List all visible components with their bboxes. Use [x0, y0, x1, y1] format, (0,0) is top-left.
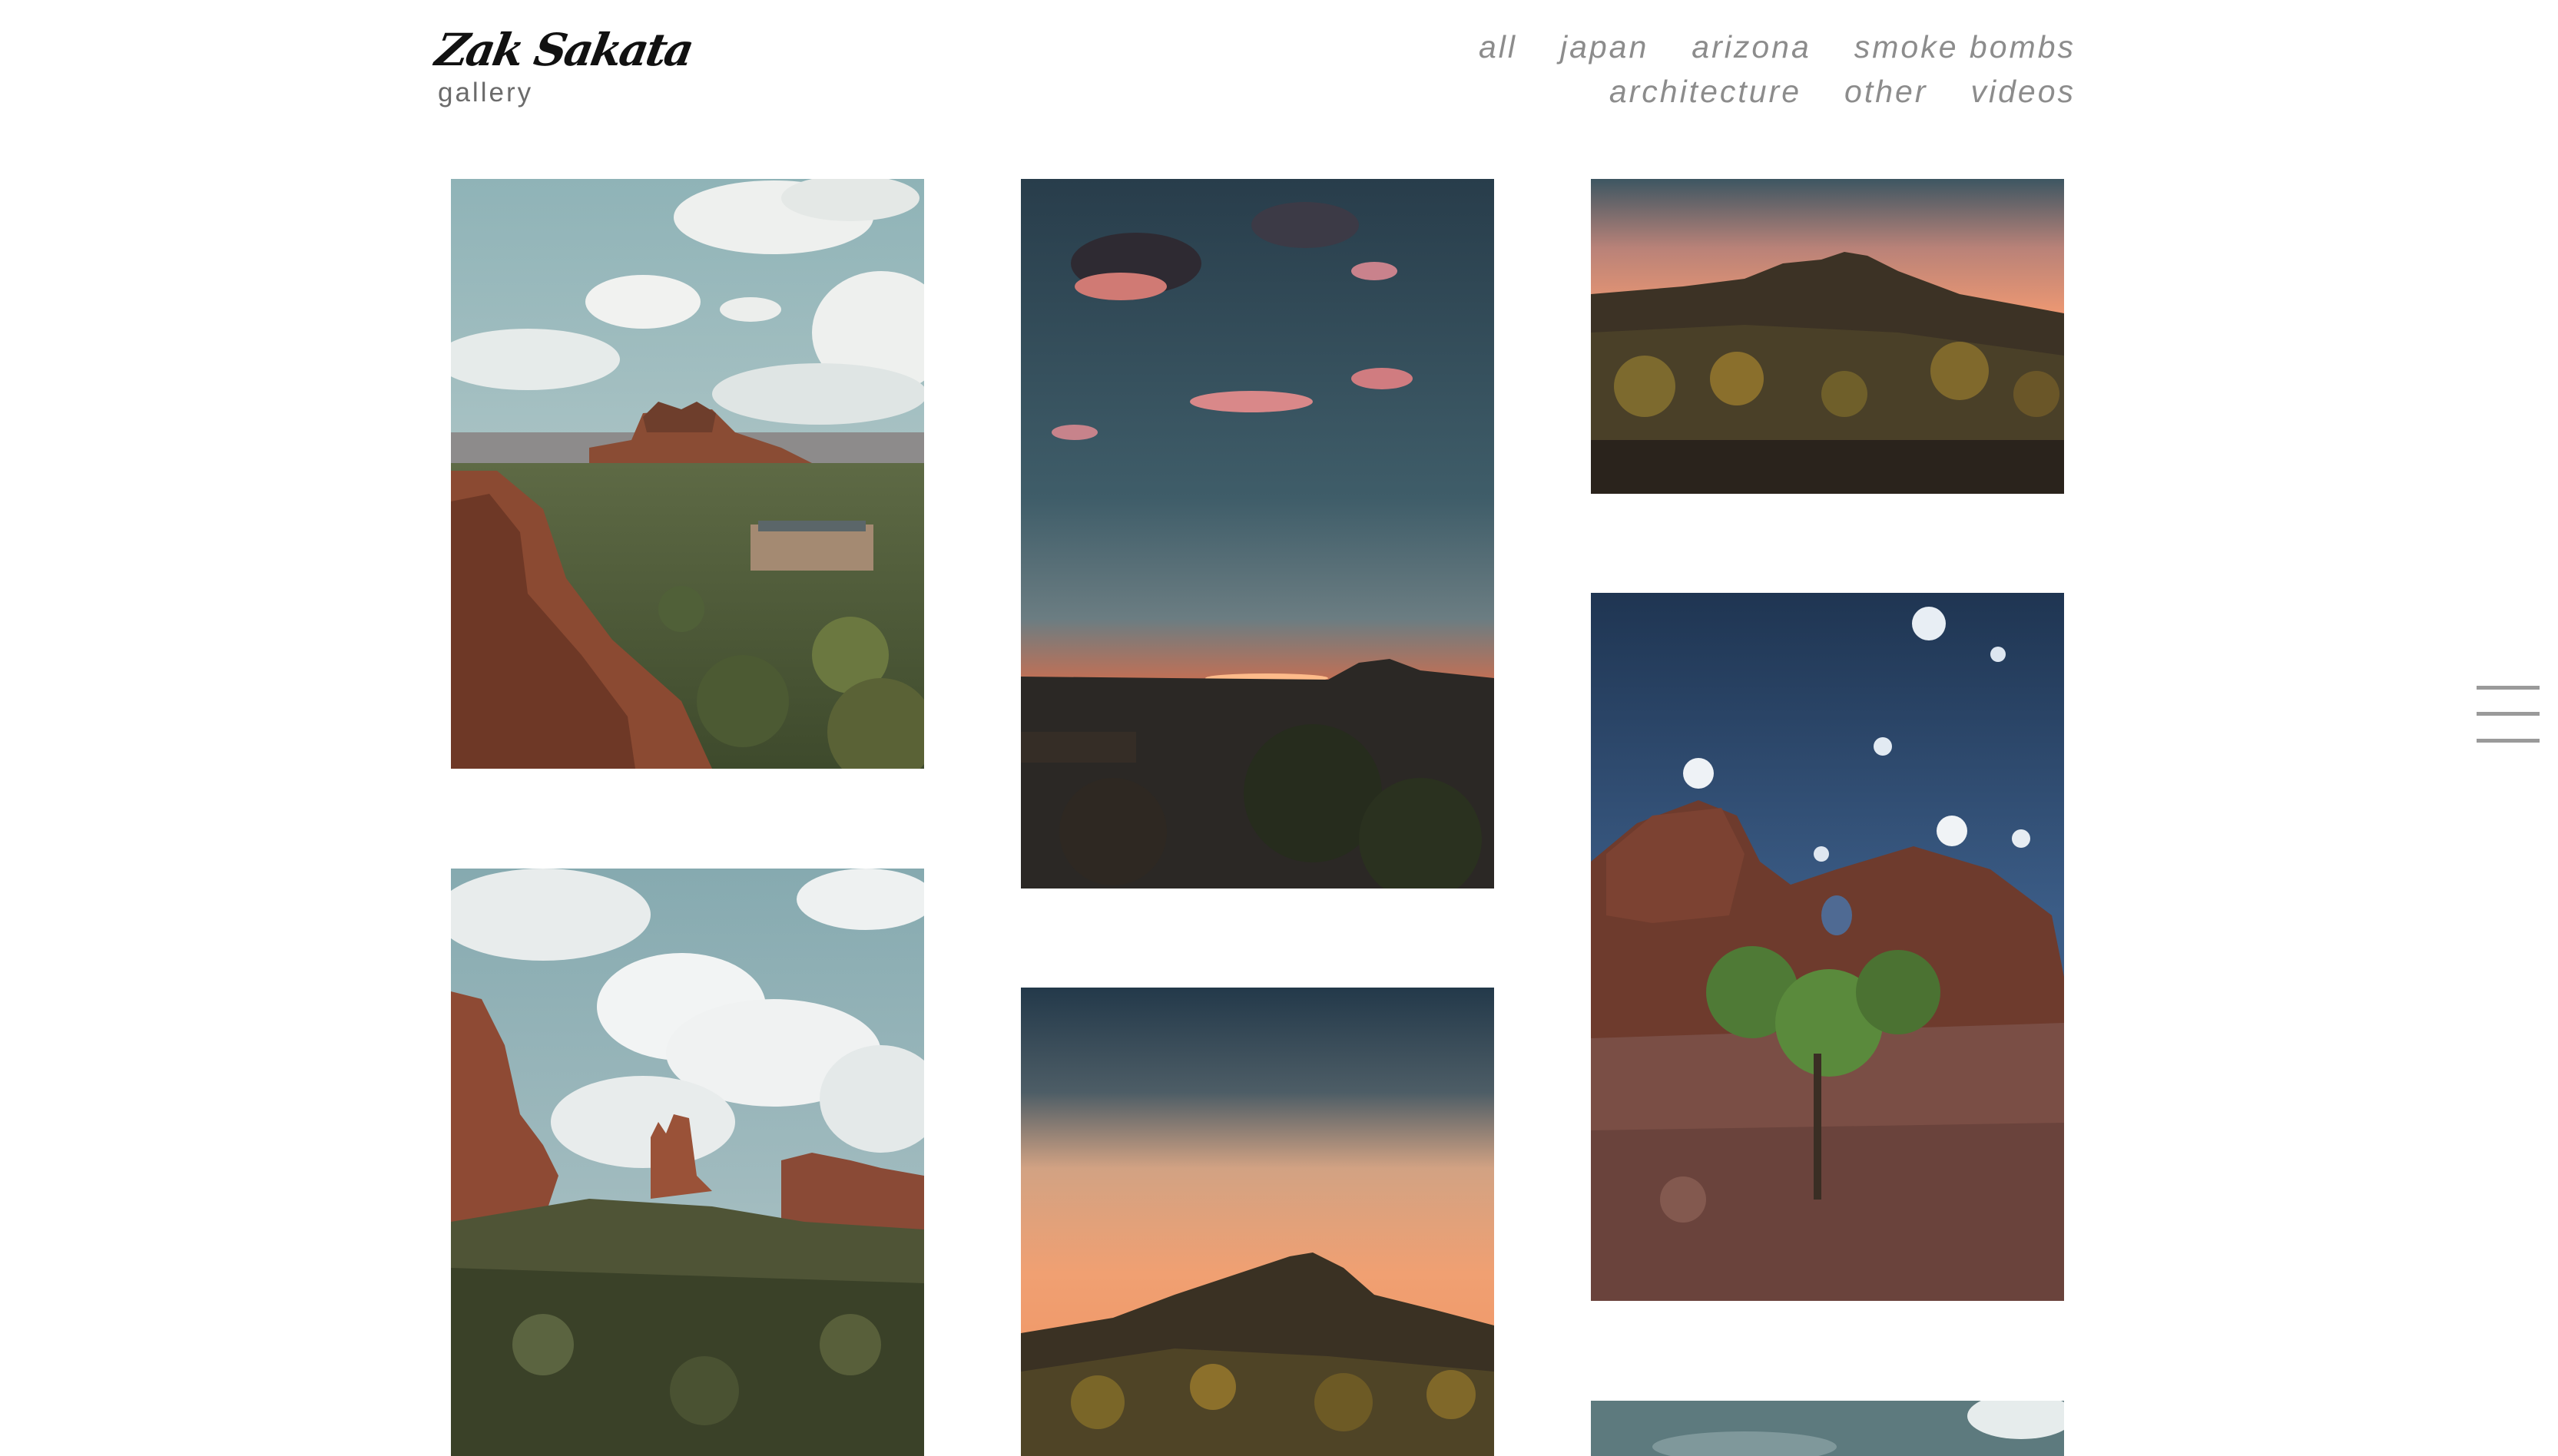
gallery-photo[interactable] [1591, 593, 2064, 1301]
gallery-photo[interactable] [1591, 1401, 2064, 1456]
photo-image [1591, 179, 2064, 494]
page: Zak Sakata gallery all japan arizona smo… [0, 0, 2558, 1456]
nav-link-architecture[interactable]: architecture [1609, 74, 1801, 110]
photo-image [451, 869, 924, 1456]
photo-image [1021, 988, 1494, 1456]
gallery-photo[interactable] [451, 179, 924, 769]
menu-line [2477, 712, 2540, 716]
nav-row-1: all japan arizona smoke bombs [1384, 25, 2076, 69]
gallery-photo[interactable] [1021, 179, 1494, 888]
gallery-photo[interactable] [1591, 179, 2064, 494]
nav-link-videos[interactable]: videos [1970, 74, 2076, 110]
logo-subtitle: gallery [438, 78, 534, 108]
nav-link-arizona[interactable]: arizona [1692, 29, 1811, 65]
hamburger-menu-icon[interactable] [2477, 686, 2540, 743]
nav-row-2: architecture other videos [1384, 69, 2076, 114]
menu-line [2477, 686, 2540, 690]
photo-image [1591, 1401, 2064, 1456]
photo-image [1591, 593, 2064, 1301]
site-logo[interactable]: Zak Sakata gallery [432, 23, 696, 109]
photo-image [451, 179, 924, 769]
logo-name: Zak Sakata [432, 24, 696, 76]
gallery-photo[interactable] [1021, 988, 1494, 1456]
photo-image [1021, 179, 1494, 888]
main-nav: all japan arizona smoke bombs architectu… [1384, 25, 2076, 114]
nav-link-smoke-bombs[interactable]: smoke bombs [1854, 29, 2076, 65]
nav-link-all[interactable]: all [1479, 29, 1517, 65]
menu-line [2477, 739, 2540, 743]
nav-link-other[interactable]: other [1844, 74, 1927, 110]
nav-link-japan[interactable]: japan [1560, 29, 1648, 65]
gallery-photo[interactable] [451, 869, 924, 1456]
